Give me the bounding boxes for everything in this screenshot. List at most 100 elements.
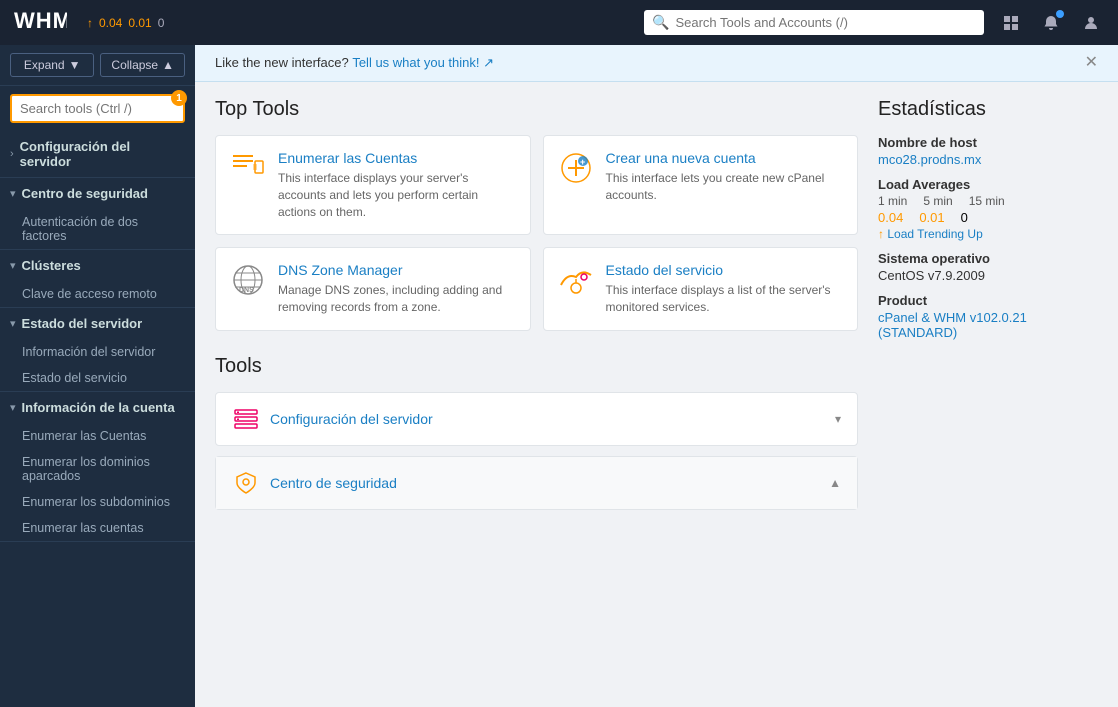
tool-card-crear-cuenta[interactable]: + Crear una nueva cuenta This interface … — [543, 135, 859, 235]
load-5min: 0.01 — [128, 16, 151, 30]
stats-sidebar: Estadísticas Nombre de host mco28.prodns… — [878, 98, 1098, 520]
crear-cuenta-icon: + — [558, 150, 594, 186]
global-search-bar[interactable]: 🔍 — [644, 10, 984, 35]
sidebar-item-subdominios[interactable]: Enumerar los subdominios — [0, 489, 195, 515]
load-averages-label: Load Averages — [878, 177, 1098, 192]
chevron-up-icon: ▲ — [829, 476, 841, 490]
whm-logo: WHM — [12, 6, 67, 39]
tool-info-enumerar: Enumerar las Cuentas This interface disp… — [278, 150, 516, 220]
tool-desc: This interface displays your server's ac… — [278, 170, 516, 220]
sidebar-item-estado-servidor[interactable]: ▾ Estado del servidor — [0, 308, 195, 339]
topbar-icon-group — [996, 8, 1106, 38]
tool-desc: Manage DNS zones, including adding and r… — [278, 282, 516, 316]
product-label: Product — [878, 293, 1098, 308]
tools-title: Tools — [215, 355, 858, 378]
os-value: CentOS v7.9.2009 — [878, 268, 1098, 283]
svg-text:+: + — [580, 157, 585, 167]
nav-section-title: Información de la cuenta — [22, 400, 185, 415]
content-area: Like the new interface? Tell us what you… — [195, 45, 1118, 707]
banner-text: Like the new interface? Tell us what you… — [215, 55, 494, 71]
tool-name[interactable]: Enumerar las Cuentas — [278, 150, 516, 166]
dns-icon: DNS — [230, 262, 266, 298]
nav-section-configuracion: › Configuración del servidor — [0, 131, 195, 178]
tool-name[interactable]: Crear una nueva cuenta — [606, 150, 844, 166]
banner-close-button[interactable]: ✕ — [1085, 55, 1098, 71]
nav-section-info-cuenta: ▾ Información de la cuenta Enumerar las … — [0, 392, 195, 542]
load-15min: 0 — [158, 16, 165, 30]
notifications-button[interactable] — [1036, 8, 1066, 38]
tool-info-estado: Estado del servicio This interface displ… — [606, 262, 844, 316]
sidebar-item-seguridad[interactable]: ▾ Centro de seguridad — [0, 178, 195, 209]
tool-info-dns: DNS Zone Manager Manage DNS zones, inclu… — [278, 262, 516, 316]
nav-section-title: Centro de seguridad — [22, 186, 185, 201]
grid-view-button[interactable] — [996, 8, 1026, 38]
hostname-label: Nombre de host — [878, 135, 1098, 150]
nav-section-clusteres: ▾ Clústeres Clave de acceso remoto — [0, 250, 195, 308]
sidebar-item-2fa[interactable]: Autenticación de dos factores — [0, 209, 195, 249]
load-1min-label: 1 min — [878, 194, 907, 208]
tool-card-enumerar[interactable]: Enumerar las Cuentas This interface disp… — [215, 135, 531, 235]
collapse-icon: ▲ — [162, 58, 174, 72]
sidebar-item-dominios-aparcados[interactable]: Enumerar los dominios aparcados — [0, 449, 195, 489]
expand-button[interactable]: Expand ▼ — [10, 53, 94, 77]
tool-desc: This interface displays a list of the se… — [606, 282, 844, 316]
load-15min-val: 0 — [961, 210, 968, 225]
load-1min-val: 0.04 — [878, 210, 903, 225]
nav-section-estado-servidor: ▾ Estado del servidor Información del se… — [0, 308, 195, 392]
tools-section-header-seguridad[interactable]: Centro de seguridad ▲ — [216, 457, 857, 509]
sidebar-item-configuracion[interactable]: › Configuración del servidor — [0, 131, 195, 177]
collapse-button[interactable]: Collapse ▲ — [100, 53, 185, 77]
user-profile-button[interactable] — [1076, 8, 1106, 38]
chevron-down-icon: ▾ — [10, 259, 16, 272]
trend-up-icon: ↑ — [878, 227, 884, 241]
estado-servicio-icon — [558, 262, 594, 298]
seguridad-icon — [232, 469, 260, 497]
sidebar-item-clave-acceso[interactable]: Clave de acceso remoto — [0, 281, 195, 307]
tool-desc: This interface lets you create new cPane… — [606, 170, 844, 204]
tools-section-configuracion: Configuración del servidor ▾ — [215, 392, 858, 446]
chevron-down-icon: ▾ — [10, 401, 16, 414]
stats-title: Estadísticas — [878, 98, 1098, 121]
nav-section-seguridad: ▾ Centro de seguridad Autenticación de d… — [0, 178, 195, 250]
notification-badge — [1056, 10, 1064, 18]
content-main: Top Tools — [215, 98, 858, 520]
configuracion-icon — [232, 405, 260, 433]
topbar: WHM ↑ 0.04 0.01 0 🔍 — [0, 0, 1118, 45]
svg-text:DNS: DNS — [239, 287, 254, 294]
load-5min-val: 0.01 — [919, 210, 944, 225]
top-tools-title: Top Tools — [215, 98, 858, 121]
tools-section-header-configuracion[interactable]: Configuración del servidor ▾ — [216, 393, 857, 445]
sidebar-item-clusteres[interactable]: ▾ Clústeres — [0, 250, 195, 281]
sidebar-header: Expand ▼ Collapse ▲ — [0, 45, 195, 86]
expand-icon: ▼ — [69, 58, 81, 72]
sidebar-item-info-cuenta[interactable]: ▾ Información de la cuenta — [0, 392, 195, 423]
sidebar-item-enumerar-cuentas[interactable]: Enumerar las Cuentas — [0, 423, 195, 449]
chevron-down-icon: ▾ — [10, 187, 16, 200]
banner-link[interactable]: Tell us what you think! ↗ — [352, 55, 494, 70]
sidebar-search-input[interactable] — [10, 94, 185, 123]
tools-section-name: Centro de seguridad — [270, 475, 819, 491]
tool-name[interactable]: Estado del servicio — [606, 262, 844, 278]
global-search-input[interactable] — [675, 15, 976, 30]
tools-section-seguridad: Centro de seguridad ▲ — [215, 456, 858, 510]
tools-section-name: Configuración del servidor — [270, 411, 825, 427]
tool-card-dns[interactable]: DNS DNS Zone Manager Manage DNS zones, i… — [215, 247, 531, 331]
load-time-labels: 1 min 5 min 15 min — [878, 194, 1098, 208]
nav-section-title: Estado del servidor — [22, 316, 185, 331]
content-inner: Top Tools — [195, 82, 1118, 536]
info-banner: Like the new interface? Tell us what you… — [195, 45, 1118, 82]
tool-name[interactable]: DNS Zone Manager — [278, 262, 516, 278]
load-1min: 0.04 — [99, 16, 122, 30]
tool-card-estado-servicio[interactable]: Estado del servicio This interface displ… — [543, 247, 859, 331]
search-badge: 1 — [171, 90, 187, 106]
svg-text:WHM: WHM — [14, 8, 67, 33]
tool-info-crear: Crear una nueva cuenta This interface le… — [606, 150, 844, 204]
sidebar-item-enumerar-cuentas2[interactable]: Enumerar las cuentas — [0, 515, 195, 541]
sidebar-item-estado-servicio[interactable]: Estado del servicio — [0, 365, 195, 391]
sidebar-search-wrap: 1 — [0, 86, 195, 131]
search-icon: 🔍 — [652, 14, 669, 31]
hostname-value: mco28.prodns.mx — [878, 152, 1098, 167]
top-tools-grid: Enumerar las Cuentas This interface disp… — [215, 135, 858, 331]
sidebar-item-info-servidor[interactable]: Información del servidor — [0, 339, 195, 365]
chevron-down-icon: ▾ — [835, 412, 841, 426]
